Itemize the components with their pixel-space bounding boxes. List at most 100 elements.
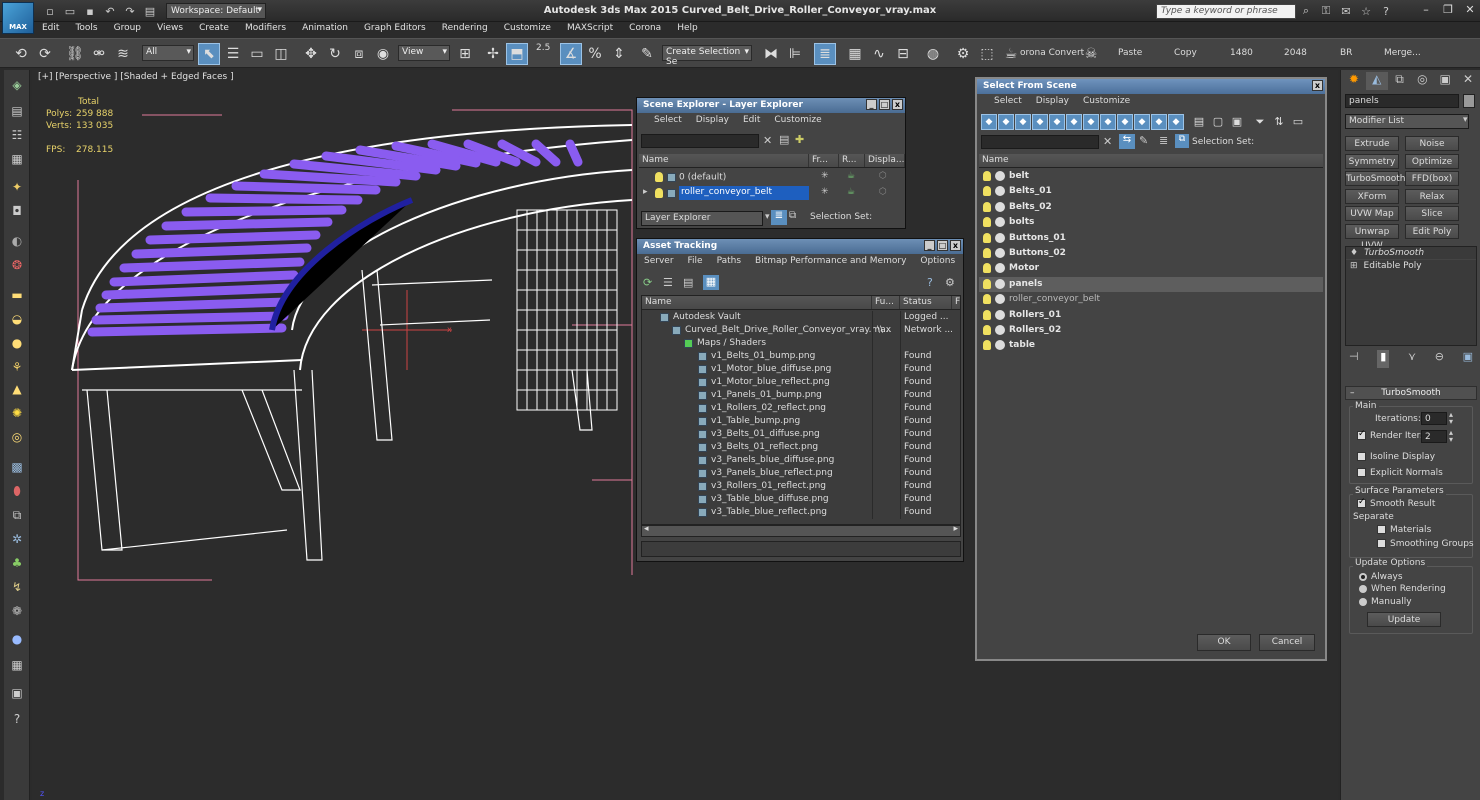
- none-icon[interactable]: ▢: [1210, 114, 1226, 130]
- light-bulb-icon[interactable]: [655, 172, 663, 182]
- asset-path-field[interactable]: [641, 541, 961, 557]
- render-teapot-icon[interactable]: ☕: [847, 187, 855, 197]
- edit-named-selection-icon[interactable]: ✎: [636, 43, 658, 65]
- column-status[interactable]: Status: [900, 296, 952, 309]
- light-bulb-icon[interactable]: [983, 325, 991, 335]
- object-row[interactable]: roller_conveyor_belt: [979, 292, 1323, 307]
- filter-groups-icon[interactable]: ◆: [1083, 114, 1099, 130]
- turbosmooth-rollout-header[interactable]: – TurboSmooth: [1345, 386, 1477, 400]
- light-bulb-icon[interactable]: [983, 217, 991, 228]
- stack-item-editable-poly[interactable]: ⊞ Editable Poly: [1346, 260, 1476, 273]
- asset-tracking-titlebar[interactable]: Asset Tracking _ □ x: [637, 239, 963, 254]
- object-row[interactable]: table: [979, 338, 1323, 353]
- paste-label[interactable]: Paste: [1118, 48, 1142, 58]
- filter-geometry-icon[interactable]: ◆: [981, 114, 997, 130]
- asset-row[interactable]: v3_Rollers_01_reflect.png Found: [642, 480, 960, 493]
- light-bulb-icon[interactable]: [983, 294, 991, 305]
- list-view-icon[interactable]: ☰: [663, 276, 673, 289]
- asset-row[interactable]: Maps / Shaders: [642, 337, 960, 350]
- display-box-icon[interactable]: ⬡: [879, 187, 887, 197]
- cancel-button[interactable]: Cancel: [1259, 634, 1315, 651]
- modifier-button-noise[interactable]: Noise: [1405, 136, 1459, 151]
- explorer-mode-dropdown[interactable]: Layer Explorer: [641, 211, 763, 226]
- scene-explorer-menu-select[interactable]: Select: [647, 113, 689, 129]
- scene-explorer-titlebar[interactable]: Scene Explorer - Layer Explorer _ □ x: [637, 98, 905, 113]
- filter-lights-icon[interactable]: ◆: [1015, 114, 1031, 130]
- bind-space-warp-icon[interactable]: ≋: [112, 43, 134, 65]
- remove-modifier-icon[interactable]: ⊖: [1435, 350, 1444, 368]
- sfs-menu-customize[interactable]: Customize: [1076, 94, 1137, 110]
- helper-icon[interactable]: ◐: [8, 232, 26, 250]
- motion-tab-icon[interactable]: ◎: [1411, 72, 1433, 90]
- layers-icon[interactable]: ≣: [1159, 134, 1168, 147]
- camera-icon[interactable]: ◘: [8, 202, 26, 220]
- window-crossing-icon[interactable]: ◫: [270, 43, 292, 65]
- grass-icon[interactable]: ⚘: [8, 358, 26, 376]
- table-view-icon[interactable]: ▦: [703, 275, 719, 290]
- display-tab-icon[interactable]: ▣: [1434, 72, 1456, 90]
- pin-stack-icon[interactable]: ⊣: [1349, 350, 1359, 368]
- plant-icon[interactable]: ♣: [8, 554, 26, 572]
- spinner-snap-icon[interactable]: ⇕: [608, 43, 630, 65]
- asset-row[interactable]: v1_Motor_blue_reflect.png Found: [642, 376, 960, 389]
- light-bulb-icon[interactable]: [983, 171, 991, 181]
- light-bulb-icon[interactable]: [983, 201, 991, 212]
- light-bulb-icon[interactable]: [983, 248, 991, 258]
- asset-row[interactable]: v1_Rollers_02_reflect.png Found: [642, 402, 960, 415]
- object-row[interactable]: Belts_02: [979, 200, 1323, 215]
- asset-row[interactable]: v3_Belts_01_diffuse.png Found: [642, 428, 960, 441]
- binoculars-icon[interactable]: ⌕: [1298, 3, 1314, 19]
- spinner-arrows-icon[interactable]: ▴ ▾: [1449, 429, 1453, 444]
- modifier-list-dropdown[interactable]: Modifier List: [1345, 114, 1469, 129]
- app-logo-button[interactable]: MAX: [2, 2, 34, 34]
- restore-icon[interactable]: ❐: [1440, 3, 1456, 18]
- rendered-frame-icon[interactable]: ⬚: [976, 43, 998, 65]
- manually-radio[interactable]: [1359, 597, 1367, 606]
- render-teapot-icon[interactable]: ☕: [847, 171, 855, 181]
- object-row[interactable]: Rollers_01: [979, 308, 1323, 323]
- keyboard-shortcut-override-icon[interactable]: ⬒: [506, 43, 528, 65]
- menu-corona[interactable]: Corona: [621, 22, 669, 38]
- menu-views[interactable]: Views: [149, 22, 191, 38]
- light-bulb-icon[interactable]: [983, 340, 991, 351]
- select-manipulate-icon[interactable]: ✢: [482, 43, 504, 65]
- sun-icon[interactable]: ✺: [8, 404, 26, 422]
- column-name[interactable]: Name: [642, 296, 872, 309]
- filter-hidden-icon[interactable]: ◆: [1168, 114, 1184, 130]
- redo-icon[interactable]: ⟳: [34, 43, 56, 65]
- layer-stack-icon[interactable]: ▤: [779, 133, 789, 146]
- layer-row-roller-conveyor-belt[interactable]: ▸ roller_conveyor_belt ✳ ☕ ⬡: [639, 186, 905, 201]
- render-teapot-icon[interactable]: ☕: [1000, 43, 1022, 65]
- selection-filter-dropdown[interactable]: All: [142, 45, 194, 61]
- iterations-spinner[interactable]: 0: [1421, 412, 1447, 425]
- br-label[interactable]: BR: [1340, 48, 1352, 58]
- grid-icon[interactable]: ▦: [8, 150, 26, 168]
- select-and-link-icon[interactable]: ⛓: [64, 43, 86, 65]
- project-folder-icon[interactable]: ▤: [142, 3, 158, 19]
- close-icon[interactable]: ✕: [1462, 3, 1478, 18]
- smoothing-groups-checkbox[interactable]: [1377, 539, 1386, 548]
- column-name[interactable]: Name: [979, 154, 1323, 167]
- menu-group[interactable]: Group: [106, 22, 149, 38]
- hierarchy-tab-icon[interactable]: ⧉: [1389, 72, 1411, 90]
- undo-icon[interactable]: ↶: [102, 3, 118, 19]
- asset-row[interactable]: v1_Panels_01_bump.png Found: [642, 389, 960, 402]
- asset-row[interactable]: v3_Table_blue_diffuse.png Found: [642, 493, 960, 506]
- smooth-result-checkbox[interactable]: [1357, 497, 1366, 508]
- object-row[interactable]: Belts_01: [979, 184, 1323, 199]
- light-bulb-icon[interactable]: ♦: [1350, 248, 1358, 258]
- named-selection-dropdown[interactable]: Create Selection Se: [662, 45, 752, 67]
- torus-icon[interactable]: ◎: [8, 428, 26, 446]
- asset-menu-file[interactable]: File: [681, 254, 710, 270]
- asset-row[interactable]: v1_Table_bump.png Found: [642, 415, 960, 428]
- asset-row[interactable]: Autodesk Vault Logged ...: [642, 311, 960, 324]
- menu-edit[interactable]: Edit: [34, 22, 67, 38]
- asset-row[interactable]: v1_Belts_01_bump.png Found: [642, 350, 960, 363]
- close-icon[interactable]: x: [950, 240, 961, 251]
- unlink-icon[interactable]: ⚮: [88, 43, 110, 65]
- material-editor-icon[interactable]: ◍: [922, 43, 944, 65]
- horizontal-scrollbar[interactable]: ◂ ▸: [641, 524, 961, 537]
- maximize-icon[interactable]: □: [879, 99, 890, 110]
- scene-explorer-search-input[interactable]: [641, 134, 759, 148]
- select-object-icon[interactable]: ⬉: [198, 43, 220, 65]
